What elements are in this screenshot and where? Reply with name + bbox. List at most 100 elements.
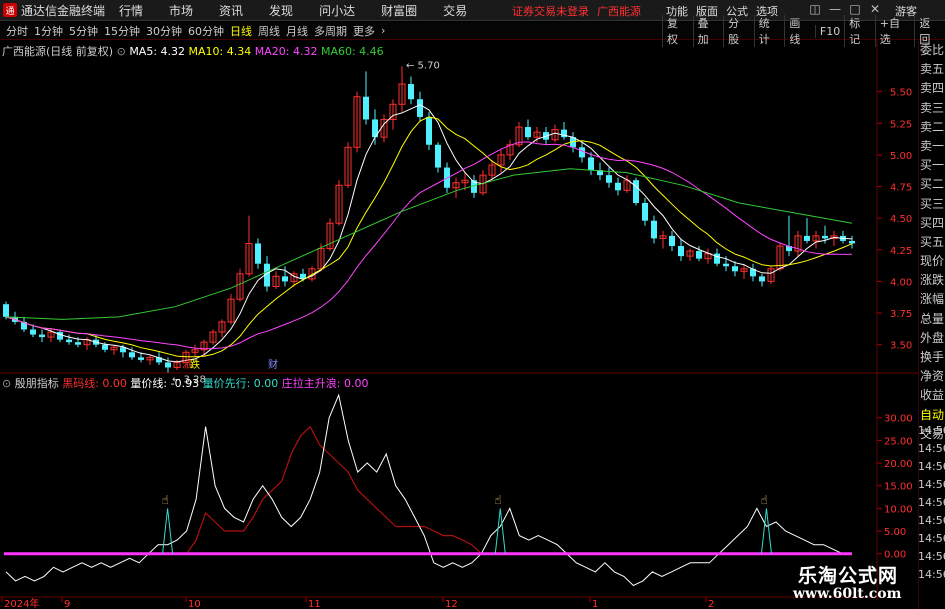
menu-assistant[interactable]: 问小达: [319, 2, 355, 19]
period-intraday[interactable]: 分时: [6, 23, 28, 39]
period-15min[interactable]: 15分钟: [104, 23, 140, 39]
candle-body: [822, 235, 828, 239]
period-60min[interactable]: 60分钟: [188, 23, 224, 39]
side-ask5: 卖五: [919, 62, 944, 77]
sub-y-tick-label: 0.00: [884, 550, 906, 561]
ma10-label: MA10: 4.34: [188, 45, 252, 58]
tick-times: 14:56 14:56 14:56 14:56 14:56 14:56 14:5…: [918, 422, 945, 584]
signal-spike: [162, 508, 174, 554]
menu-discover[interactable]: 发现: [269, 2, 293, 19]
ma20-line: [5, 141, 853, 350]
period-1min[interactable]: 1分钟: [34, 23, 63, 39]
y-tick-label: 5.00: [890, 151, 912, 162]
candle-body: [435, 144, 441, 168]
candle-body: [849, 240, 855, 244]
candle-body: [255, 243, 261, 264]
candle-body: [66, 339, 72, 343]
tick-time: 14:56: [918, 478, 945, 491]
side-turnover: 换手: [919, 350, 944, 364]
candle-body: [30, 329, 36, 335]
side-commission-ratio[interactable]: 委比: [919, 41, 945, 60]
chart-toolbar: 复权 叠加 分股 统计 画线 F10 标记 +自选 返回: [662, 15, 945, 47]
main-legend: 广西能源(日线 前复权) ⊙ MA5: 4.32 MA10: 4.34 MA20…: [2, 43, 384, 59]
y-tick-label: 4.00: [890, 277, 912, 288]
hand-signal-icon: ☝: [760, 493, 767, 507]
sub-line4-label: 庄拉主升浪: 0.00: [281, 377, 369, 390]
side-ask3: 卖三: [919, 100, 944, 115]
candle-body: [3, 304, 9, 317]
watermark-url: www.60lt.com: [793, 586, 902, 602]
high-price-label: ← 5.70: [406, 60, 440, 71]
hand-signal-icon: ☝: [162, 493, 169, 507]
x-tick-label: 10: [188, 599, 201, 609]
sub-y-tick-label: 10.00: [884, 504, 913, 515]
candle-body: [57, 332, 63, 340]
period-daily[interactable]: 日线: [230, 23, 252, 39]
candle-body: [363, 96, 369, 120]
period-more[interactable]: 更多: [353, 23, 375, 39]
ma60-line: [5, 168, 853, 320]
sub-settings-icon[interactable]: ⊙: [2, 377, 11, 390]
candle-body: [642, 202, 648, 221]
period-5min[interactable]: 5分钟: [69, 23, 98, 39]
ma20-label: MA20: 4.32: [254, 45, 318, 58]
tick-time: 14:56: [918, 460, 945, 473]
app-title: 通达信金融终端: [21, 3, 106, 18]
tick-time: 14:56: [918, 514, 945, 527]
minimize-icon[interactable]: —: [828, 2, 842, 18]
candle-body: [417, 99, 423, 117]
side-volume: 总量: [919, 311, 944, 326]
tick-time: 14:56: [918, 568, 945, 581]
x-tick-label: 2024年: [4, 597, 39, 609]
candle-body: [723, 263, 729, 267]
period-toolbar: 分时 1分钟 5分钟 15分钟 30分钟 60分钟 日线 周线 月线 多周期 更…: [0, 15, 945, 47]
y-tick-label: 4.75: [890, 183, 912, 194]
x-tick-label: 9: [64, 599, 70, 609]
sub-y-tick-label: 30.00: [884, 414, 913, 425]
stock-name-notice: 广西能源: [597, 5, 641, 18]
menu-wealth[interactable]: 财富圈: [381, 2, 417, 19]
y-tick-label: 5.25: [890, 119, 912, 130]
period-weekly[interactable]: 周线: [258, 23, 280, 39]
menu-market[interactable]: 行情: [119, 2, 143, 19]
side-earnings: 收益: [919, 388, 944, 403]
y-tick-label: 3.50: [890, 341, 912, 352]
x-tick-label: 2: [708, 599, 714, 609]
period-multi[interactable]: 多周期: [314, 23, 347, 39]
tick-time: 14:56: [918, 496, 945, 509]
period-monthly[interactable]: 月线: [286, 23, 308, 39]
login-status[interactable]: 证券交易未登录: [512, 3, 589, 19]
side-ask4: 卖四: [919, 81, 944, 96]
candle-body: [525, 127, 531, 138]
sub-indicator-title: 殷朋指标: [14, 377, 59, 390]
more-arrow-icon[interactable]: ›: [381, 24, 385, 37]
candle-body: [579, 147, 585, 158]
candle-body: [282, 276, 288, 282]
top-menu: 行情 市场 资讯 发现 问小达 财富圈 交易: [119, 2, 493, 19]
candle-body: [651, 220, 657, 239]
period-30min[interactable]: 30分钟: [146, 23, 182, 39]
x-tick-label: 11: [308, 599, 321, 609]
chart-area[interactable]: ☝ ☝ ☝ 5.50 5.25 5.00 4.75 4.50 4.25 4.00 3.75 3.50…: [0, 40, 945, 609]
side-bid2: 买二: [919, 177, 944, 192]
menu-news[interactable]: 资讯: [219, 2, 243, 19]
signal-spike: [760, 508, 772, 554]
sub-line3-label: 量价先行: 0.00: [202, 377, 279, 390]
side-net-assets: 净资: [919, 369, 944, 384]
sub-y-tick-label: 15.00: [884, 482, 913, 493]
settings-icon[interactable]: ⊙: [117, 45, 126, 58]
side-bid1: 买一: [919, 158, 944, 173]
candle-body: [606, 175, 612, 183]
candle-body: [426, 116, 432, 145]
y-tick-label: 5.50: [890, 88, 912, 99]
tick-time: 14:56: [918, 532, 945, 545]
sub-line1-label: 黑码线: 0.00: [62, 377, 127, 390]
side-bid3: 买三: [919, 196, 944, 211]
volume-price-line: [5, 393, 852, 587]
f10-button[interactable]: F10: [814, 24, 844, 38]
menu-markets[interactable]: 市场: [169, 2, 193, 19]
side-bid4: 买四: [919, 215, 944, 230]
ma10-line: [5, 116, 853, 358]
x-tick-label: 1: [592, 599, 598, 609]
menu-trade[interactable]: 交易: [443, 2, 467, 19]
